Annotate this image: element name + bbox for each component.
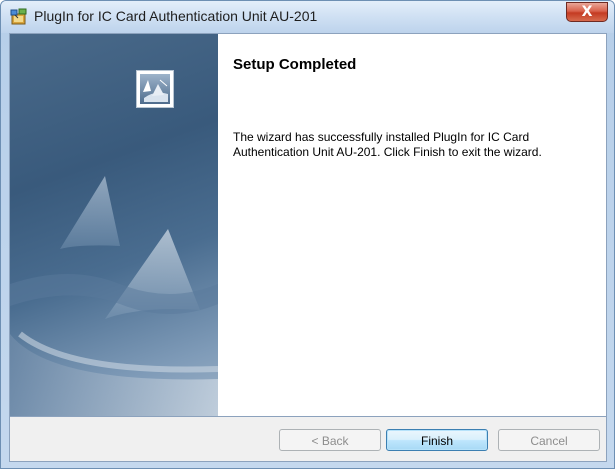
cancel-button[interactable]: Cancel [498, 429, 600, 451]
installer-icon [9, 7, 29, 27]
completion-message: The wizard has successfully installed Pl… [233, 130, 542, 159]
close-button[interactable]: X [566, 2, 608, 22]
window-title: PlugIn for IC Card Authentication Unit A… [34, 8, 318, 24]
close-icon: X [581, 4, 593, 20]
finish-button[interactable]: Finish [386, 429, 488, 451]
wizard-banner-image [10, 34, 218, 416]
page-title: Setup Completed [233, 56, 357, 73]
sail-logo-icon [136, 70, 174, 108]
title-bar[interactable]: PlugIn for IC Card Authentication Unit A… [1, 1, 614, 33]
back-button[interactable]: < Back [279, 429, 381, 451]
installer-window: PlugIn for IC Card Authentication Unit A… [0, 0, 615, 469]
wizard-page: Setup Completed The wizard has successfu… [9, 33, 607, 417]
button-bar: < Back Finish Cancel [9, 417, 607, 462]
